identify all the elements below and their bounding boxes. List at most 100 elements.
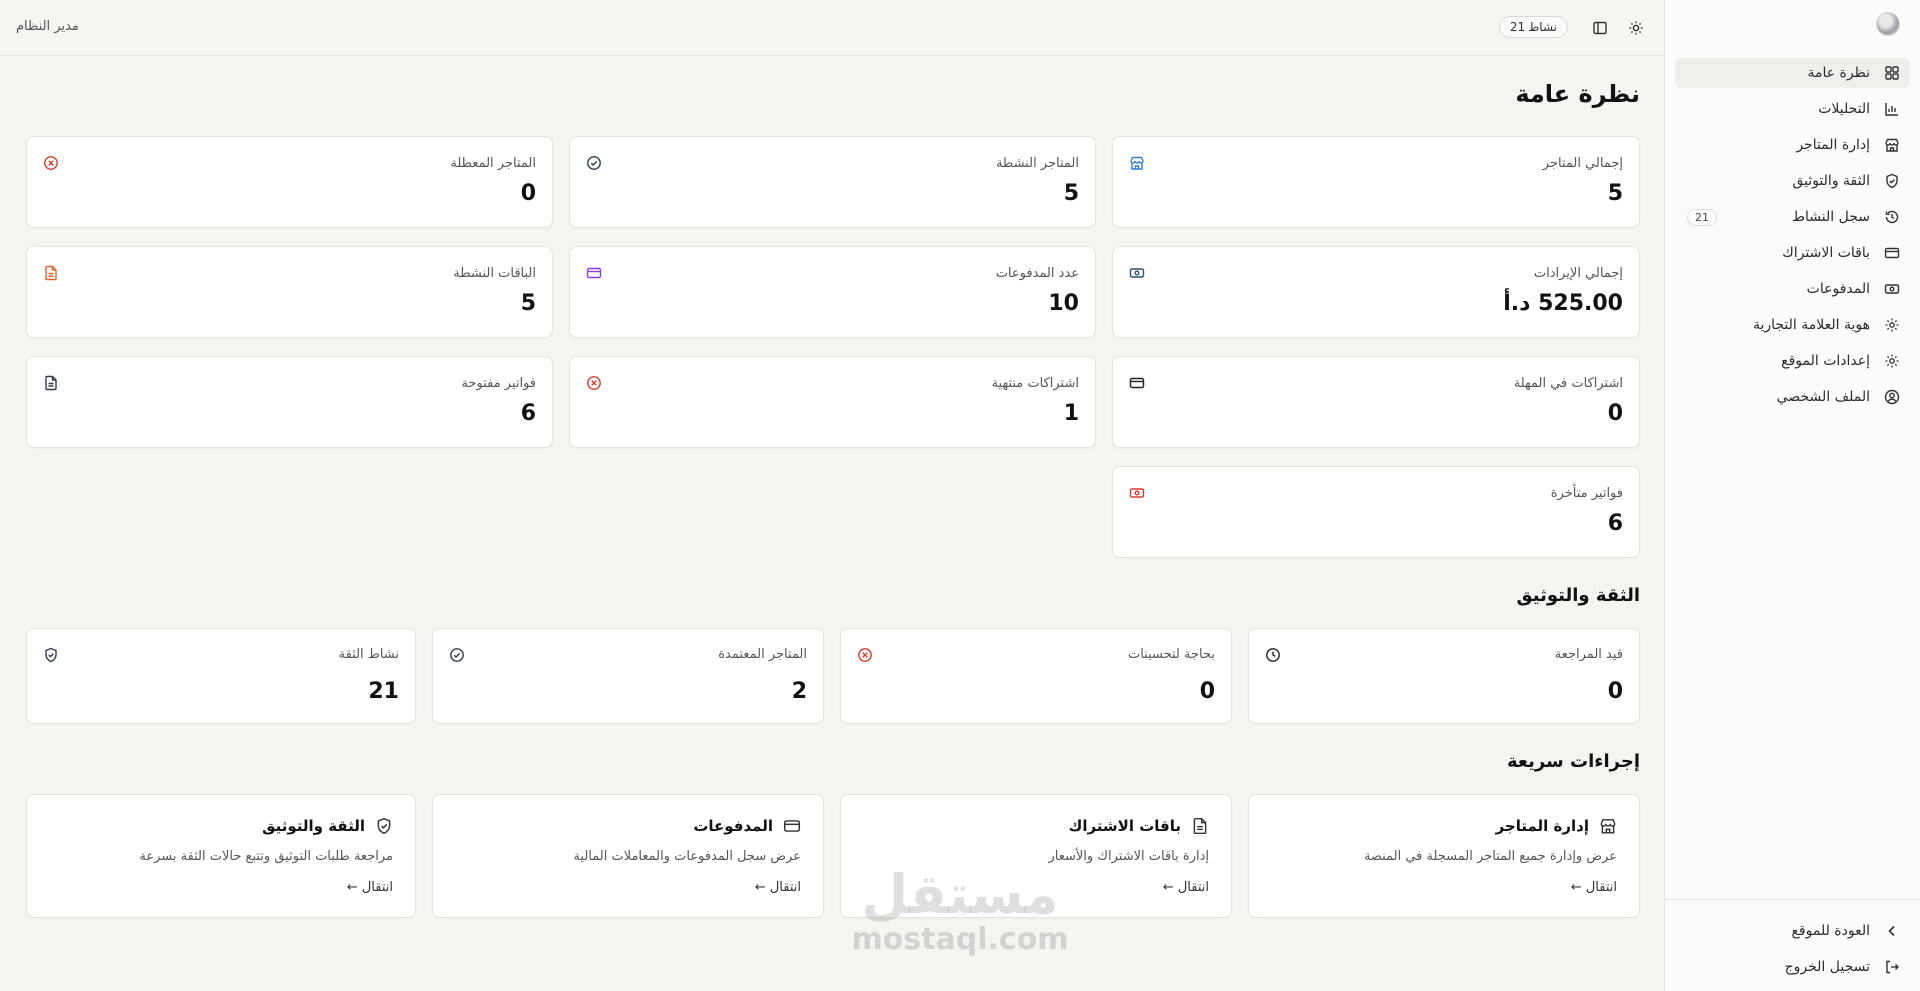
trust-card-approved-stores: المتاجر المعتمدة 2 bbox=[432, 628, 824, 724]
stat-card-active-plans: الباقات النشطة 5 bbox=[26, 246, 553, 338]
banknote-icon bbox=[1884, 281, 1900, 297]
quick-action-payments[interactable]: المدفوعات عرض سجل المدفوعات والمعاملات ا… bbox=[432, 794, 824, 918]
check-circle-icon bbox=[586, 155, 602, 171]
store-icon bbox=[1599, 817, 1617, 835]
quick-action-title: إدارة المتاجر bbox=[1495, 817, 1589, 835]
credit-card-icon bbox=[783, 817, 801, 835]
stat-label: اشتراكات في المهلة bbox=[1513, 376, 1623, 391]
page-title: نظرة عامة bbox=[1515, 80, 1640, 108]
stat-card-expired-subscriptions: اشتراكات منتهية 1 bbox=[569, 356, 1096, 448]
quick-action-header: المدفوعات bbox=[693, 817, 801, 835]
quick-action-header: الثقة والتوثيق bbox=[262, 817, 393, 835]
sidebar-item-payments[interactable]: المدفوعات bbox=[1675, 274, 1910, 304]
sidebar-item-label: نظرة عامة bbox=[1807, 65, 1870, 81]
credit-card-icon bbox=[1884, 245, 1900, 261]
stat-label: المتاجر المعتمدة bbox=[718, 647, 807, 662]
shield-check-icon bbox=[375, 817, 393, 835]
quick-action-go-link[interactable]: انتقال ← bbox=[1571, 880, 1617, 895]
quick-action-go-link[interactable]: انتقال ← bbox=[347, 880, 393, 895]
stat-card-grace-subscriptions: اشتراكات في المهلة 0 bbox=[1112, 356, 1640, 448]
stat-label: الباقات النشطة bbox=[453, 266, 536, 281]
sidebar: نظرة عامة التحليلات إدارة المتاجر الثقة … bbox=[1664, 0, 1920, 991]
file-text-icon bbox=[43, 265, 59, 281]
sun-icon[interactable] bbox=[1628, 20, 1644, 36]
x-circle-icon bbox=[586, 375, 602, 391]
stat-label: نشاط الثقة bbox=[338, 647, 399, 662]
stat-value: 0 bbox=[520, 181, 536, 206]
stat-value: 2 bbox=[791, 679, 807, 704]
sidebar-toggle-icon[interactable] bbox=[1592, 20, 1608, 36]
sidebar-item-subscriptions[interactable]: باقات الاشتراك bbox=[1675, 238, 1910, 268]
quick-action-header: باقات الاشتراك bbox=[1069, 817, 1209, 835]
quick-action-title: المدفوعات bbox=[693, 817, 773, 835]
stat-value: 5 bbox=[520, 291, 536, 316]
stat-value: 21 bbox=[368, 679, 399, 704]
x-circle-icon bbox=[43, 155, 59, 171]
bar-chart-icon bbox=[1884, 101, 1900, 117]
file-text-icon bbox=[43, 375, 59, 391]
stat-label: إجمالي الإيرادات bbox=[1533, 266, 1623, 281]
activity-pill[interactable]: نشاط 21 bbox=[1498, 16, 1568, 38]
admin-role-label: مدير النظام bbox=[16, 19, 79, 34]
history-icon bbox=[1884, 209, 1900, 225]
banknote-icon bbox=[1129, 485, 1145, 501]
sidebar-item-activity-log[interactable]: سجل النشاط 21 bbox=[1675, 202, 1910, 232]
quick-action-stores[interactable]: إدارة المتاجر عرض وإدارة جميع المتاجر ال… bbox=[1248, 794, 1640, 918]
check-circle-icon bbox=[449, 647, 465, 663]
gear-icon bbox=[1884, 353, 1900, 369]
quick-action-title: باقات الاشتراك bbox=[1068, 817, 1181, 835]
sidebar-item-analytics[interactable]: التحليلات bbox=[1675, 94, 1910, 124]
sidebar-item-brand-identity[interactable]: هوية العلامة التجارية bbox=[1675, 310, 1910, 340]
logout-button[interactable]: تسجيل الخروج bbox=[1675, 952, 1910, 982]
logout-label: تسجيل الخروج bbox=[1784, 959, 1870, 975]
stat-value: 525.00 د.أ bbox=[1503, 291, 1623, 316]
quick-action-header: إدارة المتاجر bbox=[1496, 817, 1617, 835]
sidebar-item-site-settings[interactable]: إعدادات الموقع bbox=[1675, 346, 1910, 376]
stat-card-disabled-stores: المتاجر المعطلة 0 bbox=[26, 136, 553, 228]
stat-label: اشتراكات منتهية bbox=[991, 376, 1079, 391]
sidebar-item-overview[interactable]: نظرة عامة bbox=[1675, 58, 1910, 88]
stat-card-overdue-invoices: فواتير متأخرة 6 bbox=[1112, 466, 1640, 558]
topbar: نشاط 21 مدير النظام bbox=[0, 0, 1664, 56]
shield-check-icon bbox=[1884, 173, 1900, 189]
credit-card-icon bbox=[1129, 375, 1145, 391]
avatar[interactable] bbox=[1876, 12, 1900, 36]
stat-label: قيد المراجعة bbox=[1554, 647, 1623, 662]
sidebar-item-profile[interactable]: الملف الشخصي bbox=[1675, 382, 1910, 412]
trust-card-needs-improvement: بحاجة لتحسينات 0 bbox=[840, 628, 1232, 724]
user-circle-icon bbox=[1884, 389, 1900, 405]
quick-action-go-link[interactable]: انتقال ← bbox=[755, 880, 801, 895]
stat-label: المتاجر النشطة bbox=[995, 156, 1079, 171]
sidebar-item-trust[interactable]: الثقة والتوثيق bbox=[1675, 166, 1910, 196]
quick-action-description: مراجعة طلبات التوثيق وتتبع حالات الثقة ب… bbox=[139, 849, 393, 864]
quick-action-description: عرض سجل المدفوعات والمعاملات المالية bbox=[573, 849, 801, 864]
x-circle-icon bbox=[857, 647, 873, 663]
logout-icon bbox=[1884, 959, 1900, 975]
sidebar-footer: العودة للموقع تسجيل الخروج bbox=[1665, 899, 1920, 991]
sidebar-nav: نظرة عامة التحليلات إدارة المتاجر الثقة … bbox=[1675, 58, 1910, 418]
stat-value: 5 bbox=[1063, 181, 1079, 206]
clock-icon bbox=[1265, 647, 1281, 663]
activity-pill-count: 21 bbox=[1509, 20, 1526, 34]
file-text-icon bbox=[1191, 817, 1209, 835]
quick-action-trust[interactable]: الثقة والتوثيق مراجعة طلبات التوثيق وتتب… bbox=[26, 794, 416, 918]
stat-value: 0 bbox=[1199, 679, 1215, 704]
quick-action-go-link[interactable]: انتقال ← bbox=[1163, 880, 1209, 895]
shield-check-icon bbox=[43, 647, 59, 663]
stat-label: المتاجر المعطلة bbox=[450, 156, 536, 171]
back-to-site-link[interactable]: العودة للموقع bbox=[1675, 916, 1910, 946]
stat-card-payments-count: عدد المدفوعات 10 bbox=[569, 246, 1096, 338]
main-content: نظرة عامة إجمالي المتاجر 5 المتاجر النشط… bbox=[0, 56, 1664, 991]
sidebar-item-label: إدارة المتاجر bbox=[1796, 137, 1870, 153]
quick-action-subscriptions[interactable]: باقات الاشتراك إدارة باقات الاشتراك والأ… bbox=[840, 794, 1232, 918]
gear-icon bbox=[1884, 317, 1900, 333]
stat-card-total-stores: إجمالي المتاجر 5 bbox=[1112, 136, 1640, 228]
sidebar-item-label: هوية العلامة التجارية bbox=[1752, 317, 1870, 333]
grid-icon bbox=[1884, 65, 1900, 81]
stat-label: إجمالي المتاجر bbox=[1542, 156, 1623, 171]
sidebar-item-label: الثقة والتوثيق bbox=[1792, 173, 1870, 189]
stat-value: 5 bbox=[1607, 181, 1623, 206]
sidebar-item-label: المدفوعات bbox=[1806, 281, 1870, 297]
sidebar-item-stores[interactable]: إدارة المتاجر bbox=[1675, 130, 1910, 160]
trust-section-title: الثقة والتوثيق bbox=[1516, 585, 1641, 606]
